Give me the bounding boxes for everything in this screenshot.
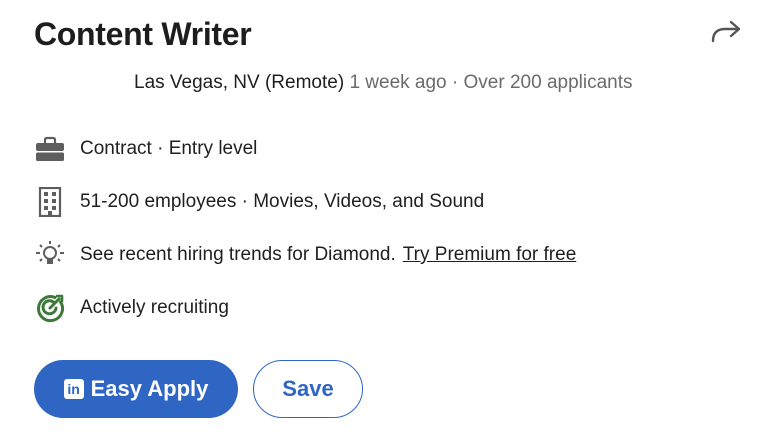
job-card: Content Writer Las Vegas, NV (Remote) 1 …: [0, 0, 768, 442]
try-premium-link[interactable]: Try Premium for free: [403, 244, 577, 265]
hiring-trends-text: See recent hiring trends for Diamond.: [80, 244, 396, 265]
job-title: Content Writer: [34, 16, 252, 52]
share-arrow-icon: [711, 20, 741, 43]
briefcase-icon: [34, 133, 66, 165]
easy-apply-button[interactable]: in Easy Apply: [34, 360, 238, 418]
recruiting-text: Actively recruiting: [80, 297, 229, 318]
target-icon: [34, 292, 66, 324]
meta-separator: ·: [451, 72, 459, 93]
save-button[interactable]: Save: [253, 360, 363, 418]
insight-company-size: 51-200 employees · Movies, Videos, and S…: [34, 184, 484, 220]
job-meta: Las Vegas, NV (Remote) 1 week ago · Over…: [134, 72, 633, 94]
share-button[interactable]: [706, 16, 746, 48]
building-icon: [34, 186, 66, 218]
easy-apply-label: Easy Apply: [90, 376, 209, 401]
job-location: Las Vegas, NV (Remote): [134, 72, 345, 93]
insight-job-type: Contract · Entry level: [34, 131, 257, 167]
insight-hiring-trends: See recent hiring trends for Diamond. Tr…: [34, 237, 576, 273]
insight-recruiting: Actively recruiting: [34, 290, 229, 326]
company-size-text: 51-200 employees · Movies, Videos, and S…: [80, 191, 485, 212]
save-label: Save: [282, 376, 334, 401]
applicant-count: Over 200 applicants: [463, 72, 633, 93]
linkedin-logo-icon: in: [63, 379, 84, 399]
posted-time: 1 week ago: [349, 72, 447, 93]
lightbulb-icon: [34, 239, 66, 271]
job-type-text: Contract · Entry level: [80, 138, 258, 159]
